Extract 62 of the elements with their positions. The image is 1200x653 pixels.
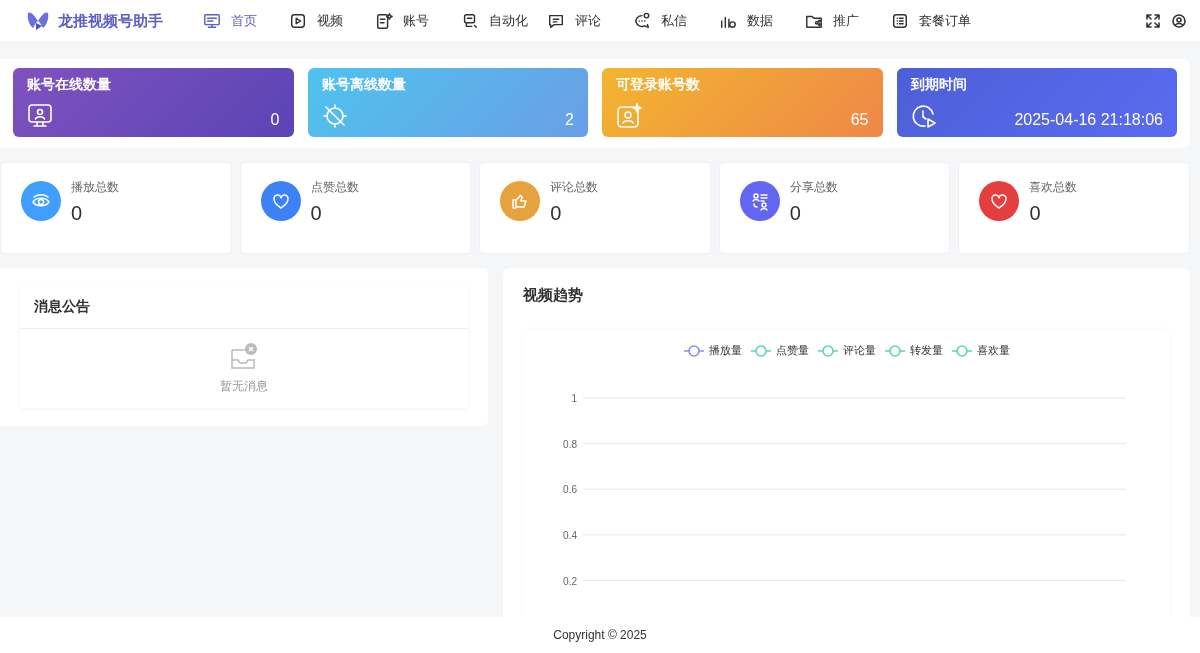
app-title: 龙推视频号助手	[58, 11, 163, 31]
nav-tab[interactable]: 推广	[805, 12, 891, 30]
chart-title: 视频趋势	[523, 286, 583, 305]
nav-tab[interactable]: 私信	[633, 12, 719, 30]
legend-item[interactable]: 播放量	[683, 343, 742, 358]
stat-icon	[27, 103, 53, 129]
stat-icon	[910, 103, 937, 129]
metric-value: 0	[310, 202, 322, 225]
nav-tab-icon	[547, 12, 565, 30]
legend-item[interactable]: 转发量	[884, 343, 943, 358]
stat-value: 0	[270, 111, 280, 129]
metric-value: 0	[1029, 202, 1041, 225]
empty-inbox-icon	[229, 342, 259, 372]
nav-tab-icon	[461, 12, 479, 30]
y-axis-label: 0.2	[563, 575, 577, 587]
user-icon[interactable]	[1172, 14, 1186, 28]
metric-label: 评论总数	[550, 179, 599, 196]
y-axis-label: 0.8	[563, 438, 577, 450]
stat-value: 2025-04-16 21:18:06	[1014, 111, 1163, 129]
stat-title: 账号在线数量	[27, 76, 112, 94]
legend-label: 转发量	[910, 343, 943, 358]
stat-value: 2	[565, 111, 574, 129]
nav-tab[interactable]: 评论	[547, 12, 633, 30]
legend-label: 评论量	[843, 343, 876, 358]
metric-label: 点赞总数	[310, 179, 359, 196]
nav-tab[interactable]: 首页	[203, 12, 289, 30]
legend-label: 喜欢量	[977, 343, 1010, 358]
notice-title: 消息公告	[20, 284, 468, 329]
legend-label: 点赞量	[776, 343, 809, 358]
nav-tab-icon	[891, 12, 909, 30]
metric-label: 分享总数	[789, 179, 838, 196]
legend-item[interactable]: 喜欢量	[951, 343, 1010, 358]
fullscreen-icon[interactable]	[1146, 14, 1160, 28]
stat-icon	[321, 103, 348, 129]
stat-title: 可登录账号数	[616, 76, 701, 94]
metric-value: 0	[550, 202, 562, 225]
logo-icon	[26, 10, 50, 32]
nav-tab-icon	[375, 12, 393, 30]
nav-tab[interactable]: 账号	[375, 12, 461, 30]
metric-value: 0	[71, 202, 83, 225]
legend-label: 播放量	[709, 343, 742, 358]
stat-value: 65	[850, 111, 869, 129]
nav-tab[interactable]: 套餐订单	[891, 12, 977, 30]
metric-value: 0	[789, 202, 801, 225]
stat-title: 到期时间	[910, 76, 968, 94]
y-axis-label: 0.6	[563, 484, 577, 496]
nav-tab[interactable]: 数据	[719, 12, 805, 30]
nav-tab[interactable]: 视频	[289, 12, 375, 30]
copyright-text: Copyright © 2025	[553, 628, 647, 642]
nav-tab-icon	[289, 12, 307, 30]
nav-tab-icon	[203, 12, 221, 30]
nav-tab[interactable]: 自动化	[461, 12, 547, 30]
stat-title: 账号离线数量	[321, 76, 407, 94]
nav-tab-icon	[633, 12, 651, 30]
metric-label: 喜欢总数	[1029, 179, 1078, 196]
stat-icon	[616, 103, 642, 129]
empty-message: 暂无消息	[220, 378, 268, 395]
legend-item[interactable]: 点赞量	[750, 343, 809, 358]
metric-label: 播放总数	[71, 179, 119, 196]
y-axis-label: 0.4	[563, 529, 577, 541]
legend-item[interactable]: 评论量	[817, 343, 876, 358]
y-axis-label: 1	[571, 393, 577, 404]
